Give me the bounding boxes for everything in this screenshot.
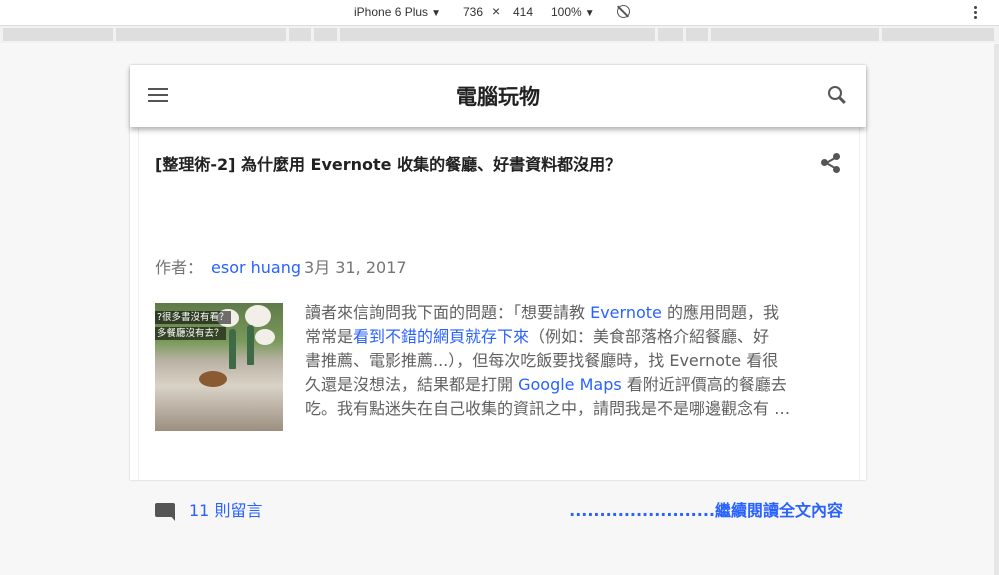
thumbnail-caption: ?很多書沒有看？ — [155, 311, 231, 324]
kebab-icon[interactable] — [974, 6, 978, 20]
excerpt-link[interactable]: Google Maps — [518, 375, 622, 394]
bread-image — [199, 371, 227, 387]
chevron-down-icon: ▼ — [431, 8, 441, 19]
chevron-down-icon: ▼ — [584, 8, 595, 19]
ruler-segment[interactable] — [711, 28, 879, 41]
emulated-viewport: 電腦玩物 [整理術-2] 為什麼用 Evernote 收集的餐廳、好書資料都沒用… — [130, 65, 866, 521]
excerpt-line: 書推薦、電影推薦...），但每次吃飯要找餐廳時，找 Evernote 看很 — [305, 351, 779, 370]
ruler-segment[interactable] — [314, 28, 337, 41]
excerpt-link[interactable]: 看到不錯的網頁就存下來 — [353, 327, 529, 346]
thumbnail-caption: 多餐廳沒有去？ — [155, 327, 226, 340]
media-query-ruler[interactable] — [0, 26, 999, 43]
post-excerpt: 讀者來信詢問我下面的問題：「想要請教 Evernote 的應用問題，我 常常是看… — [305, 301, 845, 421]
excerpt-text: 看附近評價高的餐廳去 — [621, 375, 787, 394]
app-bar: 電腦玩物 — [130, 65, 866, 127]
excerpt-text: 的應用問題，我 — [661, 303, 779, 322]
excerpt-text: 久還是沒想法，結果都是打開 — [305, 375, 519, 394]
post-title[interactable]: [整理術-2] 為什麼用 Evernote 收集的餐廳、好書資料都沒用？ — [155, 151, 621, 175]
dimension-separator: × — [492, 3, 501, 19]
post-thumbnail[interactable]: ?很多書沒有看？ 多餐廳沒有去？ — [155, 303, 283, 431]
ruler-segment[interactable] — [3, 28, 113, 41]
excerpt-line: 吃。我有點迷失在自己收集的資訊之中，請問我是不是哪邊觀念有 … — [305, 399, 791, 418]
device-select[interactable]: iPhone 6 Plus ▼ — [354, 5, 441, 19]
blog-title[interactable]: 電腦玩物 — [130, 81, 866, 111]
ruler-segment[interactable] — [882, 28, 994, 41]
post-byline: 作者： esor huang 3月 31, 2017 — [155, 254, 407, 278]
ruler-segment[interactable] — [658, 28, 683, 41]
viewport-height-input[interactable]: 414 — [513, 5, 533, 19]
ruler-segment[interactable] — [289, 28, 311, 41]
read-more-link[interactable]: ........................繼續閱讀全文內容 — [569, 497, 843, 521]
device-toolbar: iPhone 6 Plus ▼ 736 × 414 100% ▼ — [0, 0, 999, 26]
ruler-segment[interactable] — [340, 28, 655, 41]
share-icon[interactable] — [820, 153, 842, 173]
ruler-segment[interactable] — [686, 28, 708, 41]
comments-label: 11 則留言 — [189, 501, 263, 520]
excerpt-line: 讀者來信詢問我下面的問題：「想要請教 Evernote 的應用問題，我 — [305, 301, 845, 325]
excerpt-line: 常常是看到不錯的網頁就存下來（例如：美食部落格介紹餐廳、好 — [305, 325, 845, 349]
zoom-label: 100% — [551, 5, 582, 19]
comment-icon — [155, 503, 175, 521]
excerpt-text: 讀者來信詢問我下面的問題：「想要請教 — [305, 303, 591, 322]
scrollbar[interactable] — [994, 44, 999, 575]
excerpt-line: 久還是沒想法，結果都是打開 Google Maps 看附近評價高的餐廳去 — [305, 373, 845, 397]
search-icon[interactable] — [828, 86, 848, 106]
author-link[interactable]: esor huang — [211, 258, 301, 277]
rotate-icon[interactable] — [617, 5, 630, 18]
excerpt-link[interactable]: Evernote — [590, 303, 662, 322]
byline-prefix: 作者： — [155, 258, 204, 277]
post-card: [整理術-2] 為什麼用 Evernote 收集的餐廳、好書資料都沒用？ 作者：… — [138, 127, 860, 521]
excerpt-text: （例如：美食部落格介紹餐廳、好 — [529, 327, 770, 346]
viewport-width-input[interactable]: 736 — [463, 5, 483, 19]
zoom-select[interactable]: 100% ▼ — [551, 5, 595, 19]
post-date: 3月 31, 2017 — [304, 258, 407, 277]
device-label: iPhone 6 Plus — [354, 5, 429, 19]
excerpt-text: 常常是 — [305, 327, 354, 346]
comments-link[interactable]: 11 則留言 — [155, 497, 262, 521]
ruler-segment[interactable] — [116, 28, 286, 41]
